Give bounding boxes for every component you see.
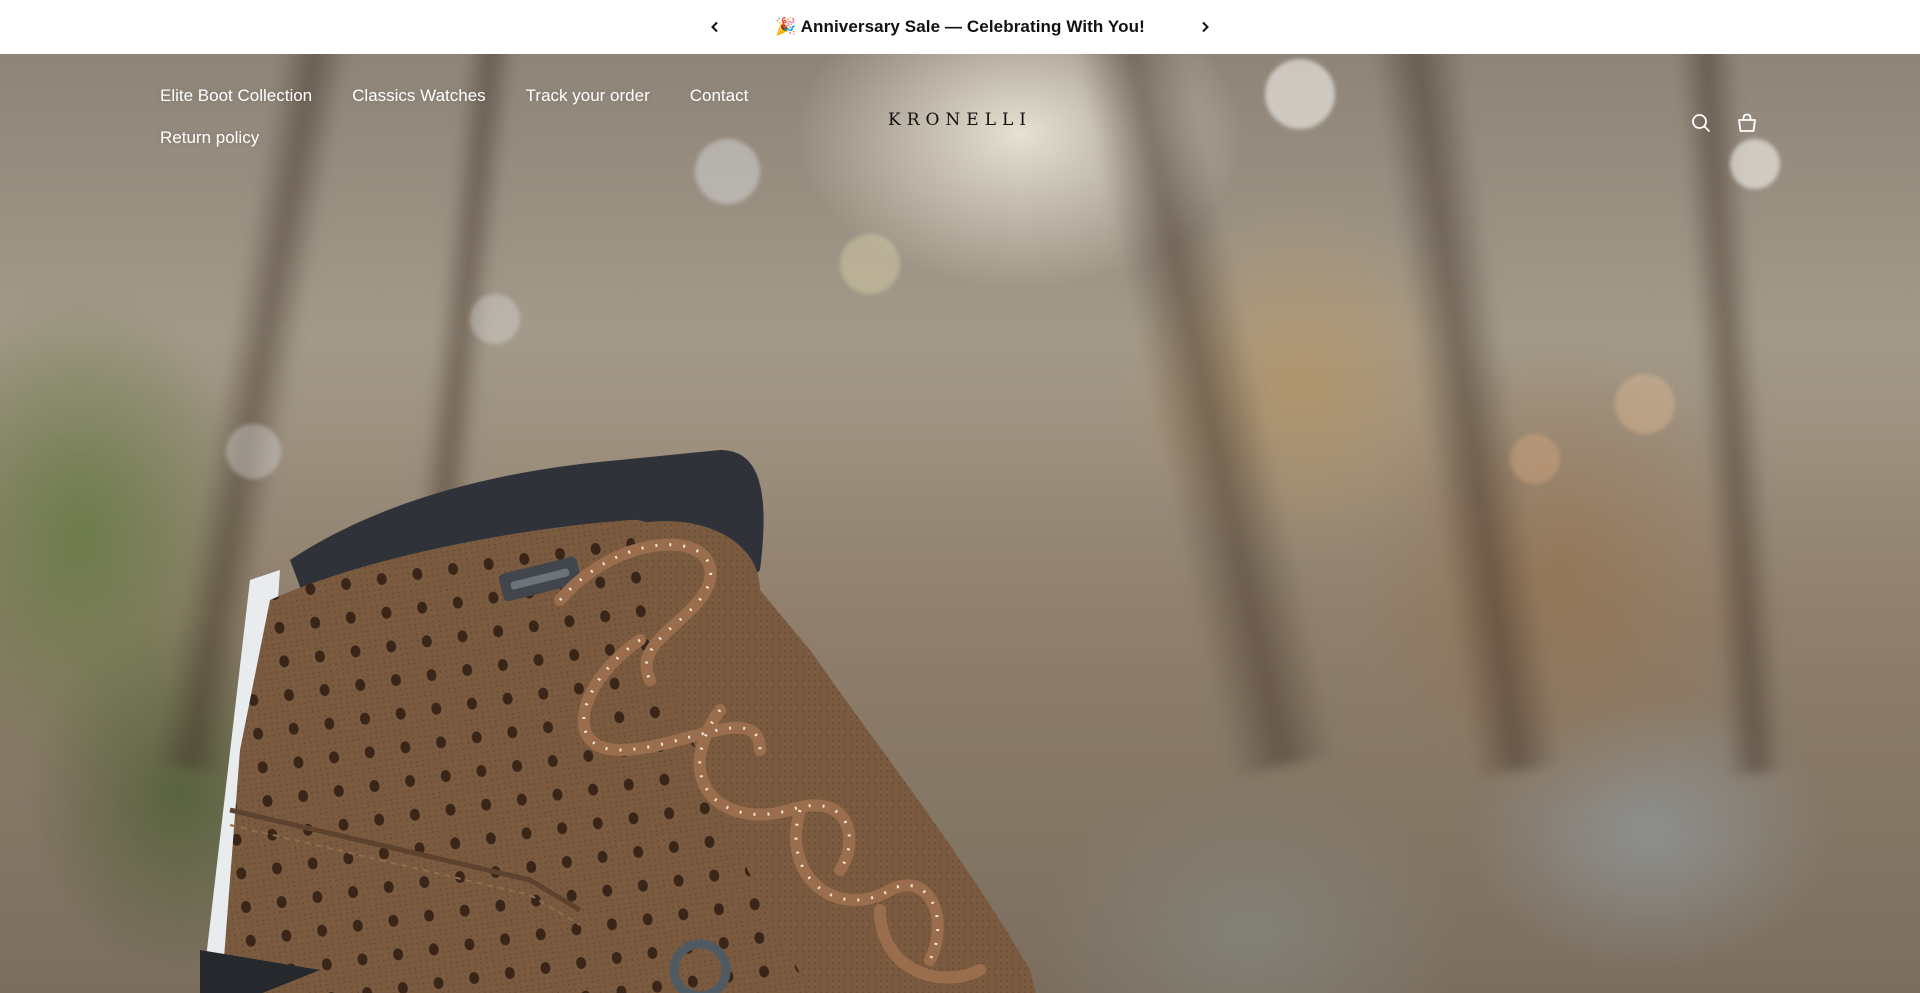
nav-elite-boot-collection[interactable]: Elite Boot Collection [160,84,312,108]
announcement-next-button[interactable] [1191,13,1219,41]
bokeh-light [470,294,520,344]
announcement-bar: 🎉 Anniversary Sale — Celebrating With Yo… [0,0,1920,54]
header-icons [1688,110,1760,136]
bokeh-light [1510,434,1560,484]
bokeh-light [1615,374,1675,434]
bokeh-light [840,234,900,294]
site-header: Elite Boot Collection Classics Watches T… [0,54,1920,184]
main-navigation: Elite Boot Collection Classics Watches T… [160,84,800,150]
search-button[interactable] [1688,110,1714,136]
nav-classics-watches[interactable]: Classics Watches [352,84,486,108]
nav-contact[interactable]: Contact [690,84,749,108]
search-icon [1692,114,1710,132]
nav-track-your-order[interactable]: Track your order [526,84,650,108]
announcement-prev-button[interactable] [701,13,729,41]
announcement-inner: 🎉 Anniversary Sale — Celebrating With Yo… [701,13,1219,41]
hero-banner [0,54,1920,993]
chevron-left-icon [711,21,718,33]
cart-button[interactable] [1734,110,1760,136]
chevron-right-icon [1202,21,1209,33]
site-logo[interactable]: KRONELLI [888,110,1032,130]
announcement-text: 🎉 Anniversary Sale — Celebrating With Yo… [775,17,1145,36]
cart-icon [1738,113,1756,132]
nav-return-policy[interactable]: Return policy [160,126,259,150]
hero-boot-image [200,450,1036,993]
